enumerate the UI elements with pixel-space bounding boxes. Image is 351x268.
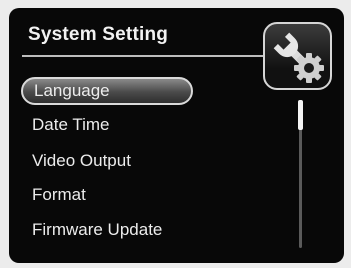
wrench-gear-icon: [263, 22, 332, 90]
menu-item-format[interactable]: Format: [32, 181, 86, 209]
scrollbar-thumb[interactable]: [298, 100, 303, 130]
device-frame: System Setting Language Date Time Video …: [0, 0, 351, 268]
settings-screen: System Setting Language Date Time Video …: [9, 8, 344, 263]
settings-menu: Language Date Time Video Output Format F…: [9, 8, 269, 263]
menu-item-video-output[interactable]: Video Output: [32, 147, 131, 175]
menu-item-language[interactable]: Language: [21, 77, 193, 105]
menu-item-date-time[interactable]: Date Time: [32, 111, 109, 139]
menu-item-firmware-update[interactable]: Firmware Update: [32, 216, 162, 244]
